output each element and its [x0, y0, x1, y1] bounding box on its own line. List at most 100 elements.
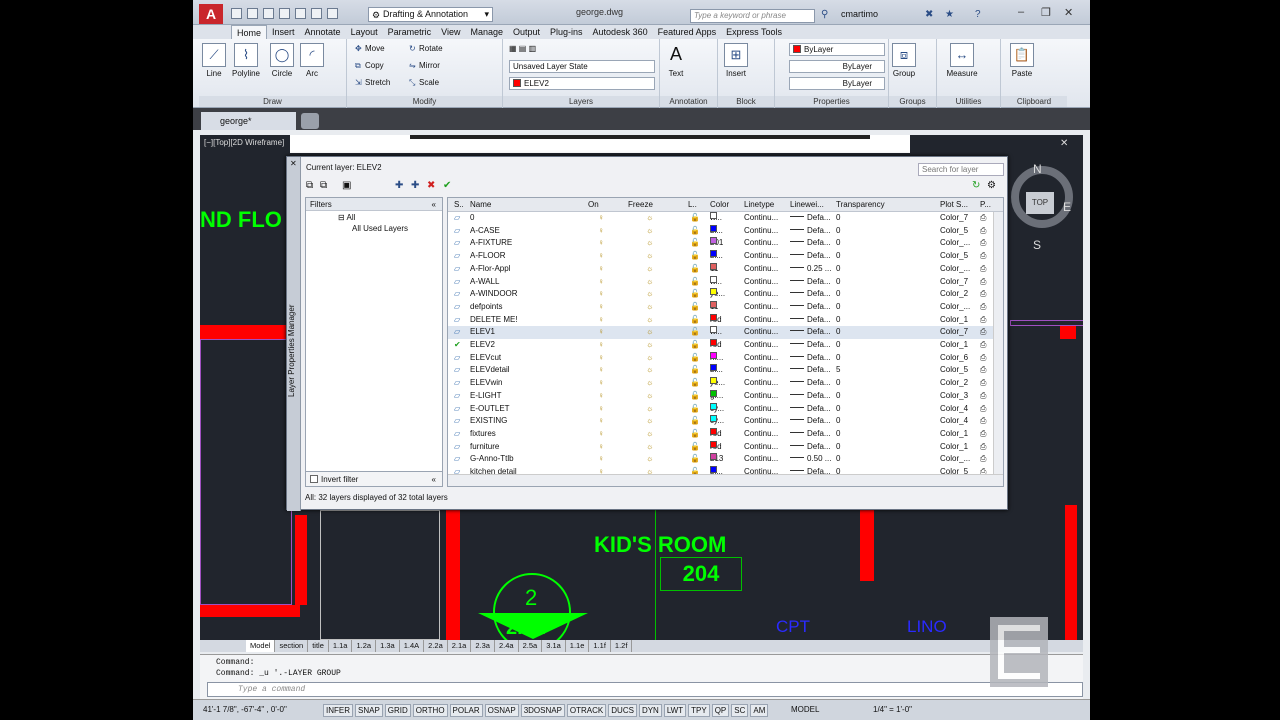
layer-properties-icon[interactable]: ▦ ▤ ▥ — [509, 44, 536, 53]
layer-status-icon[interactable]: ▱ — [454, 301, 460, 313]
color-swatch[interactable] — [710, 300, 717, 308]
binoculars-icon[interactable]: ⚲ — [821, 9, 828, 20]
col-name[interactable]: Name — [470, 200, 491, 209]
lightbulb-icon[interactable]: ♀ — [598, 225, 604, 237]
vertical-scrollbar[interactable] — [993, 212, 1003, 474]
layout-tab-1-2a[interactable]: 1.2a — [352, 640, 377, 652]
layer-status-icon[interactable]: ▱ — [454, 237, 460, 249]
layout-tab-2-1a[interactable]: 2.1a — [448, 640, 472, 652]
sun-icon[interactable]: ☼ — [646, 301, 653, 313]
layer-status-icon[interactable]: ▱ — [454, 390, 460, 402]
toggle-lwt[interactable]: LWT — [663, 704, 687, 717]
sun-icon[interactable]: ☼ — [646, 415, 653, 427]
refresh-icon[interactable]: ↻ — [972, 180, 980, 191]
group-filter-icon[interactable]: ⧉ — [320, 180, 327, 191]
sun-icon[interactable]: ☼ — [646, 276, 653, 288]
col-plotstyle[interactable]: Plot S... — [940, 200, 968, 209]
copy-button[interactable]: ⧉ Copy — [355, 61, 384, 71]
layer-status-icon[interactable]: ▱ — [454, 453, 460, 465]
printer-icon[interactable]: ⎙ — [980, 453, 986, 465]
unlock-icon[interactable]: 🔓 — [690, 453, 700, 465]
filter-all[interactable]: ⊟ All — [306, 211, 442, 222]
toggle-ducs[interactable]: DUCS — [608, 704, 637, 717]
sun-icon[interactable]: ☼ — [646, 364, 653, 376]
settings-icon[interactable]: ⚙ — [987, 180, 996, 191]
lightbulb-icon[interactable]: ♀ — [598, 250, 604, 262]
polyline-button[interactable]: ⌇ Polyline — [227, 43, 265, 78]
lightbulb-icon[interactable]: ♀ — [598, 415, 604, 427]
lightbulb-icon[interactable]: ♀ — [598, 377, 604, 389]
lightbulb-icon[interactable]: ♀ — [598, 390, 604, 402]
layer-status-icon[interactable]: ▱ — [454, 250, 460, 262]
color-swatch[interactable] — [710, 262, 717, 270]
layout-tab-model[interactable]: Model — [246, 640, 276, 652]
toggle-am[interactable]: AM — [750, 704, 769, 717]
toggle-otrack[interactable]: OTRACK — [566, 704, 607, 717]
sun-icon[interactable]: ☼ — [646, 453, 653, 465]
layer-status-icon[interactable]: ▱ — [454, 441, 460, 453]
layout-tab-section[interactable]: section — [275, 640, 309, 652]
color-swatch[interactable] — [710, 250, 717, 258]
printer-icon[interactable]: ⎙ — [980, 225, 986, 237]
lightbulb-icon[interactable]: ♀ — [598, 288, 604, 300]
col-linetype[interactable]: Linetype — [744, 200, 774, 209]
group-button[interactable]: ⧈ Group — [891, 43, 917, 78]
tab-view[interactable]: View — [436, 25, 465, 39]
lineweight-dropdown[interactable]: ByLayer — [789, 77, 885, 90]
toggle-tpy[interactable]: TPY — [688, 704, 710, 717]
unlock-icon[interactable]: 🔓 — [690, 403, 700, 415]
viewcube[interactable]: TOP N E S — [1005, 160, 1075, 255]
layout-tab-3-1a[interactable]: 3.1a — [542, 640, 566, 652]
layer-status-icon[interactable]: ▱ — [454, 364, 460, 376]
layout-tab-2-2a[interactable]: 2.2a — [424, 640, 448, 652]
layer-row[interactable]: ▱ DELETE ME! ♀ ☼ 🔓 red Continu... Defa... 0 Color… — [448, 313, 993, 327]
color-swatch[interactable] — [710, 466, 717, 473]
layout-tab-1-1a[interactable]: 1.1a — [329, 640, 353, 652]
tab-express-tools[interactable]: Express Tools — [721, 25, 787, 39]
color-swatch[interactable] — [710, 389, 717, 397]
tab-plug-ins[interactable]: Plug-ins — [545, 25, 588, 39]
printer-icon[interactable]: ⎙ — [980, 314, 986, 326]
save-as-icon[interactable] — [279, 8, 290, 19]
tab-parametric[interactable]: Parametric — [383, 25, 437, 39]
layout-tab-1-4a[interactable]: 1.4A — [400, 640, 425, 652]
printer-icon[interactable]: ⎙ — [980, 263, 986, 275]
tab-autodesk-360[interactable]: Autodesk 360 — [588, 25, 653, 39]
filter-all-used[interactable]: All Used Layers — [306, 222, 442, 233]
layer-states-icon[interactable]: ▣ — [342, 180, 351, 191]
print-icon[interactable] — [295, 8, 306, 19]
unlock-icon[interactable]: 🔓 — [690, 326, 700, 338]
printer-icon[interactable]: ⎙ — [980, 377, 986, 389]
tab-featured-apps[interactable]: Featured Apps — [653, 25, 722, 39]
layer-row[interactable]: ▱ 0 ♀ ☼ 🔓 w... Continu... Defa... 0 Color_7 ⎙ — [448, 212, 993, 225]
sun-icon[interactable]: ☼ — [646, 263, 653, 275]
compass-north[interactable]: N — [1033, 162, 1042, 176]
move-button[interactable]: ✥ Move — [355, 44, 385, 53]
printer-icon[interactable]: ⎙ — [980, 276, 986, 288]
toggle-3dosnap[interactable]: 3DOSNAP — [520, 704, 565, 717]
printer-icon[interactable]: ⎙ — [980, 390, 986, 402]
layer-row[interactable]: ▱ ELEVdetail ♀ ☼ 🔓 bl... Continu... Defa... 5 Col… — [448, 364, 993, 377]
workspace-dropdown[interactable]: ⚙ Drafting & Annotation ▾ — [368, 7, 493, 22]
unlock-icon[interactable]: 🔓 — [690, 428, 700, 440]
layers-panel-label[interactable]: Layers — [503, 96, 659, 107]
properties-panel-label[interactable]: Properties — [775, 96, 888, 107]
printer-icon[interactable]: ⎙ — [980, 301, 986, 313]
sun-icon[interactable]: ☼ — [646, 352, 653, 364]
unlock-icon[interactable]: 🔓 — [690, 237, 700, 249]
printer-icon[interactable]: ⎙ — [980, 237, 986, 249]
maximize-icon[interactable]: ❐ — [1041, 6, 1051, 19]
printer-icon[interactable]: ⎙ — [980, 441, 986, 453]
sun-icon[interactable]: ☼ — [646, 326, 653, 338]
printer-icon[interactable]: ⎙ — [980, 364, 986, 376]
utilities-panel-label[interactable]: Utilities — [937, 96, 1000, 107]
lightbulb-icon[interactable]: ♀ — [598, 428, 604, 440]
col-freeze[interactable]: Freeze — [628, 200, 653, 209]
toggle-grid[interactable]: GRID — [384, 704, 411, 717]
collapse-icon[interactable]: « — [432, 472, 436, 488]
layout-tab-1-3a[interactable]: 1.3a — [376, 640, 400, 652]
layer-status-icon[interactable]: ▱ — [454, 428, 460, 440]
layout-tab-title[interactable]: title — [308, 640, 329, 652]
lightbulb-icon[interactable]: ♀ — [598, 326, 604, 338]
draw-panel-label[interactable]: Draw — [199, 96, 346, 107]
